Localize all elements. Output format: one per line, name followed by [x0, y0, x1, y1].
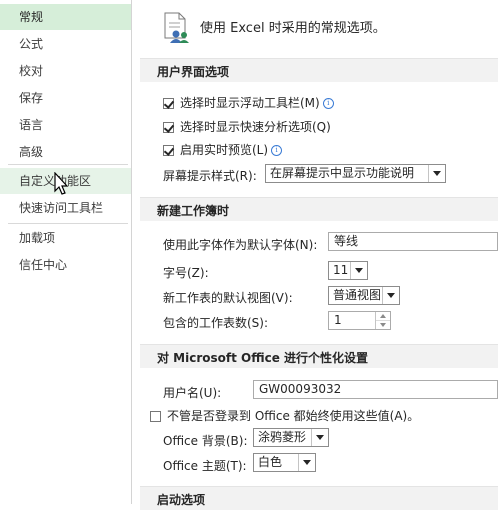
- info-icon[interactable]: i: [271, 145, 283, 156]
- always-use-checkbox[interactable]: [150, 411, 161, 422]
- sidebar-item-language[interactable]: 语言: [0, 112, 131, 138]
- spinner[interactable]: [375, 312, 390, 329]
- office-background-select[interactable]: 涂鸦菱形: [253, 428, 329, 447]
- always-use-option[interactable]: 不管是否登录到 Office 都始终使用这些值(A)。: [150, 407, 419, 424]
- sheet-count-value: 1: [334, 313, 342, 327]
- sidebar-divider: [8, 164, 128, 165]
- mouse-cursor-icon: [54, 172, 69, 195]
- general-options-icon: [164, 12, 189, 43]
- username-label: 用户名(U):: [163, 386, 222, 400]
- live-preview-checkbox[interactable]: [163, 145, 174, 156]
- intro-text: 使用 Excel 时采用的常规选项。: [200, 21, 386, 36]
- screentip-style-select[interactable]: 在屏幕提示中显示功能说明: [265, 164, 446, 183]
- chevron-down-icon[interactable]: [298, 454, 315, 471]
- sidebar-item-formulas[interactable]: 公式: [0, 31, 131, 57]
- quick-analysis-option[interactable]: 选择时显示快速分析选项(Q): [163, 118, 331, 135]
- sidebar-divider: [8, 223, 128, 224]
- mini-toolbar-label: 选择时显示浮动工具栏(M): [180, 96, 320, 110]
- office-background-value: 涂鸦菱形: [258, 430, 307, 444]
- chevron-down-icon[interactable]: [428, 165, 445, 182]
- sidebar-item-proofing[interactable]: 校对: [0, 58, 131, 84]
- section-header-new-workbook: 新建工作簿时: [140, 197, 498, 221]
- sheet-count-stepper[interactable]: 1: [328, 311, 391, 330]
- default-view-value: 普通视图: [333, 288, 382, 302]
- live-preview-label: 启用实时预览(L): [180, 143, 269, 157]
- sidebar-item-add-ins[interactable]: 加载项: [0, 225, 131, 251]
- sidebar-item-quick-access-toolbar[interactable]: 快速访问工具栏: [0, 195, 131, 221]
- username-value: GW00093032: [259, 382, 342, 396]
- office-theme-select[interactable]: 白色: [253, 453, 316, 472]
- section-title: 用户界面选项: [157, 65, 230, 79]
- sidebar-item-trust-center[interactable]: 信任中心: [0, 252, 131, 278]
- sidebar-item-save[interactable]: 保存: [0, 85, 131, 111]
- default-font-value: 等线: [334, 234, 359, 248]
- font-size-select[interactable]: 11: [328, 261, 368, 280]
- default-font-input[interactable]: 等线: [328, 232, 498, 251]
- options-main-panel: 使用 Excel 时采用的常规选项。 用户界面选项 选择时显示浮动工具栏(M) i…: [140, 0, 498, 510]
- section-title: 新建工作簿时: [157, 204, 230, 218]
- username-input[interactable]: GW00093032: [253, 380, 498, 399]
- chevron-down-icon[interactable]: [382, 287, 399, 304]
- quick-analysis-label: 选择时显示快速分析选项(Q): [180, 120, 331, 134]
- office-theme-value: 白色: [258, 455, 283, 469]
- mini-toolbar-checkbox[interactable]: [163, 98, 174, 109]
- quick-analysis-checkbox[interactable]: [163, 122, 174, 133]
- chevron-down-icon[interactable]: [311, 429, 328, 446]
- always-use-label: 不管是否登录到 Office 都始终使用这些值(A)。: [167, 409, 420, 423]
- screentip-style-label: 屏幕提示样式(R):: [163, 169, 257, 183]
- default-view-label: 新工作表的默认视图(V):: [163, 291, 293, 305]
- office-theme-label: Office 主题(T):: [163, 459, 247, 473]
- default-view-select[interactable]: 普通视图: [328, 286, 400, 305]
- font-size-value: 11: [333, 263, 349, 277]
- default-font-label: 使用此字体作为默认字体(N):: [163, 238, 318, 252]
- section-header-ui-options: 用户界面选项: [140, 58, 498, 82]
- section-title: 对 Microsoft Office 进行个性化设置: [157, 351, 369, 365]
- info-icon[interactable]: i: [322, 98, 334, 109]
- screentip-style-value: 在屏幕提示中显示功能说明: [270, 166, 415, 180]
- mini-toolbar-option[interactable]: 选择时显示浮动工具栏(M) i: [163, 94, 334, 111]
- live-preview-option[interactable]: 启用实时预览(L) i: [163, 141, 283, 158]
- section-header-personalize: 对 Microsoft Office 进行个性化设置: [140, 344, 498, 368]
- font-size-label: 字号(Z):: [163, 266, 209, 280]
- chevron-down-icon[interactable]: [350, 262, 367, 279]
- section-header-startup: 启动选项: [140, 486, 498, 510]
- spin-down-icon[interactable]: [376, 321, 390, 329]
- spin-up-icon[interactable]: [376, 312, 390, 321]
- options-sidebar: 常规 公式 校对 保存 语言 高级 自定义功能区 快速访问工具栏 加载项 信任中…: [0, 0, 132, 504]
- sidebar-item-advanced[interactable]: 高级: [0, 139, 131, 165]
- sheet-count-label: 包含的工作表数(S):: [163, 316, 269, 330]
- section-title: 启动选项: [157, 493, 206, 507]
- sidebar-item-general[interactable]: 常规: [0, 4, 131, 30]
- office-background-label: Office 背景(B):: [163, 434, 248, 448]
